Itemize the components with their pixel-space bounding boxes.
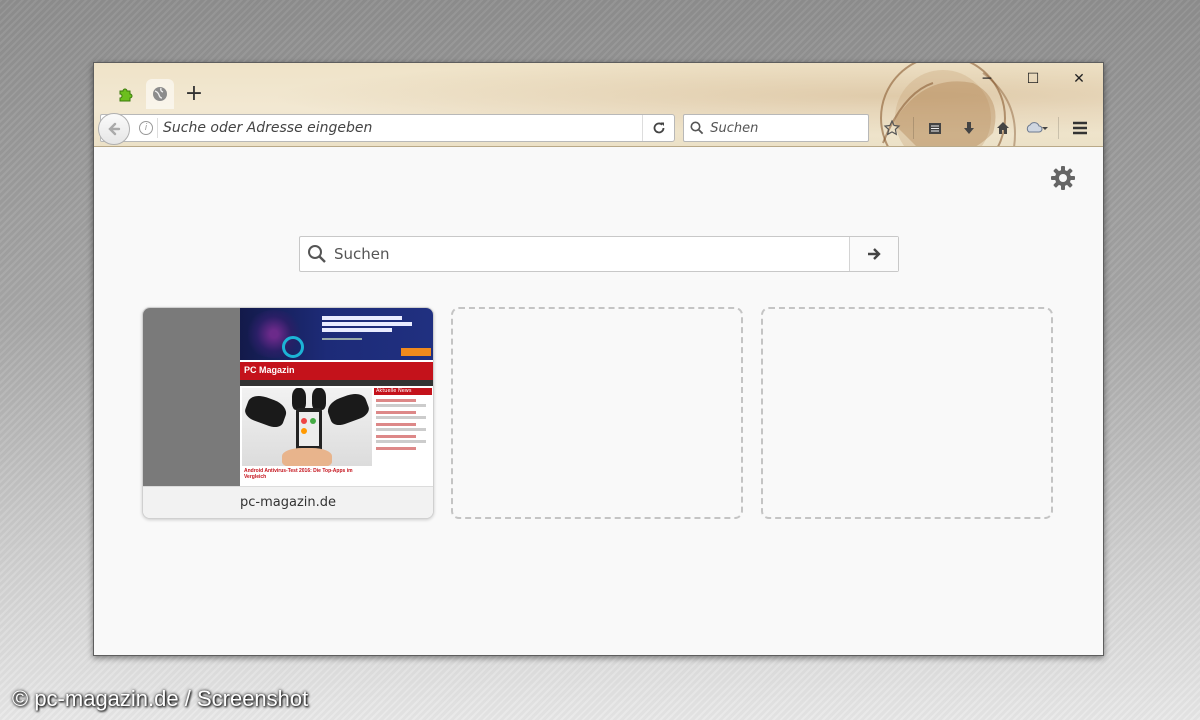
- maximize-button[interactable]: ☐: [1023, 69, 1043, 89]
- toolbar-separator: [1058, 117, 1059, 139]
- globe-icon: [153, 87, 167, 101]
- site-logo: PC Magazin: [244, 365, 295, 375]
- bookmark-star-button[interactable]: [875, 114, 909, 142]
- reading-list-button[interactable]: [918, 114, 952, 142]
- home-button[interactable]: [986, 114, 1020, 142]
- download-icon: [964, 122, 974, 134]
- new-tab-search-box: [299, 236, 899, 272]
- toolbar-search-input[interactable]: [710, 120, 861, 136]
- new-tab-search-input[interactable]: [334, 239, 849, 269]
- toolbar-icons: [875, 114, 1097, 142]
- search-icon: [300, 244, 334, 264]
- news-sidebar: Aktuelle News: [374, 388, 432, 486]
- app-dot: [310, 418, 316, 424]
- hand-graphic: [282, 448, 332, 466]
- news-item: [376, 428, 426, 431]
- news-item: [376, 416, 426, 419]
- news-item: [376, 440, 426, 443]
- news-item: [376, 435, 416, 438]
- url-bar: i: [98, 113, 676, 145]
- news-heading-bar: Aktuelle News: [374, 388, 432, 395]
- plus-icon: +: [184, 81, 204, 106]
- close-button[interactable]: ✕: [1069, 69, 1089, 89]
- news-item: [376, 404, 426, 407]
- url-separator: [157, 118, 158, 138]
- arrow-right-icon: [868, 248, 881, 260]
- puzzle-icon: [119, 88, 133, 102]
- home-icon: [997, 122, 1009, 134]
- ad-text-line: [322, 338, 362, 340]
- empty-tile-placeholder[interactable]: [761, 307, 1053, 519]
- article-headline: Android Antivirus-Test 2016: Die Top-App…: [244, 468, 353, 480]
- empty-tile-placeholder[interactable]: [451, 307, 743, 519]
- app-dot: [301, 418, 307, 424]
- star-icon: [883, 119, 901, 136]
- minimize-button[interactable]: ─: [977, 69, 997, 89]
- ad-text-line: [322, 316, 402, 320]
- ad-button: [401, 348, 431, 356]
- hero-image: [242, 388, 372, 466]
- site-nav: [240, 380, 433, 386]
- toolbar-search-box: [683, 114, 869, 142]
- tab-addon[interactable]: [112, 80, 140, 108]
- minimize-icon: ─: [982, 71, 992, 87]
- hamburger-menu-icon: [1073, 121, 1087, 135]
- toolbar-separator: [913, 117, 914, 139]
- tab-strip: +: [112, 79, 208, 109]
- new-tab-button[interactable]: +: [180, 80, 208, 108]
- tile-thumbnail: PC Magazin Android Antivirus-Test 2016: …: [143, 308, 433, 486]
- ad-circle: [282, 336, 304, 358]
- top-site-tile-pc-magazin[interactable]: PC Magazin Android Antivirus-Test 2016: …: [142, 307, 434, 519]
- reading-list-icon: [929, 123, 941, 134]
- close-icon: ✕: [1073, 71, 1085, 87]
- thumbnail-page: PC Magazin Android Antivirus-Test 2016: …: [240, 308, 433, 486]
- browser-chrome: + ─ ☐ ✕ i: [94, 63, 1103, 147]
- navigation-toolbar: i: [98, 113, 1097, 145]
- back-button[interactable]: [98, 113, 130, 145]
- glove-graphic: [292, 388, 306, 410]
- news-item: [376, 423, 416, 426]
- news-item: [376, 399, 416, 402]
- glove-graphic: [312, 388, 326, 410]
- reload-icon: [653, 122, 665, 134]
- search-icon: [690, 121, 704, 135]
- maximize-icon: ☐: [1026, 71, 1040, 87]
- url-input[interactable]: [163, 118, 633, 138]
- sync-icon: [1026, 122, 1048, 133]
- window-controls: ─ ☐ ✕: [977, 69, 1089, 89]
- news-item: [376, 447, 416, 450]
- search-go-button[interactable]: [849, 237, 898, 271]
- info-icon[interactable]: i: [139, 121, 153, 135]
- glove-graphic: [324, 389, 372, 429]
- sync-button[interactable]: [1020, 114, 1054, 142]
- app-dot: [301, 428, 307, 434]
- ad-text-line: [322, 328, 392, 332]
- new-tab-page: PC Magazin Android Antiviru: [94, 148, 1103, 655]
- news-item: [376, 411, 416, 414]
- back-arrow-icon: [108, 122, 121, 136]
- gear-icon[interactable]: [1049, 164, 1077, 192]
- ad-banner: [240, 308, 433, 360]
- ad-text-line: [322, 322, 412, 326]
- copyright-watermark: © pc-magazin.de / Screenshot: [12, 686, 309, 711]
- news-heading: Aktuelle News: [376, 388, 412, 394]
- tile-label: pc-magazin.de: [143, 486, 433, 518]
- menu-button[interactable]: [1063, 114, 1097, 142]
- download-button[interactable]: [952, 114, 986, 142]
- browser-window: + ─ ☐ ✕ i Suche oder Adresse eingeben Su…: [93, 62, 1104, 656]
- glove-graphic: [242, 391, 290, 431]
- tab-new-tab[interactable]: [146, 79, 174, 109]
- reload-button[interactable]: [642, 115, 674, 141]
